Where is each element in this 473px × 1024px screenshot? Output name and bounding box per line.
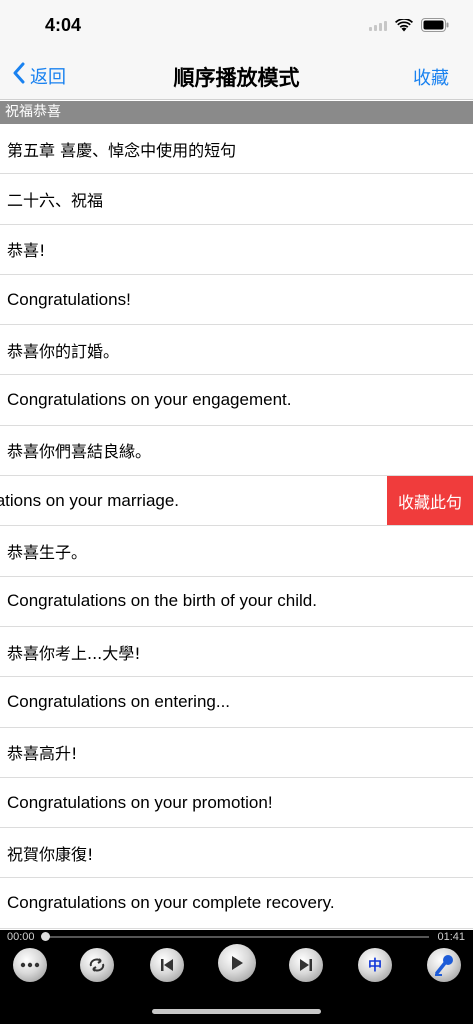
list-item[interactable]: Congratulations on your engagement. — [0, 375, 473, 426]
favorites-button[interactable]: 收藏 — [413, 64, 449, 90]
list-item[interactable]: 恭喜你們喜結良緣。 — [0, 426, 473, 477]
list-item[interactable]: 第五章 喜慶、悼念中使用的短句 — [0, 124, 473, 175]
repeat-button[interactable] — [80, 948, 114, 982]
back-button-label: 返回 — [30, 66, 66, 88]
section-header: 祝福恭喜 — [0, 101, 473, 124]
more-button[interactable] — [13, 948, 47, 982]
microphone-button[interactable] — [427, 948, 461, 982]
add-to-favorites-action[interactable]: 收藏此句 — [387, 476, 473, 526]
previous-icon — [160, 958, 174, 972]
page-title: 順序播放模式 — [173, 66, 300, 90]
list-item[interactable]: Congratulations on your complete recover… — [0, 878, 473, 929]
list-item-text: Congratulations on entering... — [7, 691, 231, 711]
progress-slider[interactable] — [41, 932, 429, 941]
back-button[interactable]: 返回 — [12, 62, 66, 89]
microphone-icon — [434, 954, 454, 976]
home-indicator — [152, 1009, 321, 1014]
previous-button[interactable] — [150, 948, 184, 982]
list-item[interactable]: 恭喜你考上...大學! — [0, 627, 473, 678]
status-time: 4:04 — [45, 15, 82, 35]
list-item[interactable]: 恭喜高升! — [0, 728, 473, 778]
more-icon — [20, 962, 40, 968]
repeat-icon — [87, 957, 107, 973]
list-item-text: 恭喜生子。 — [7, 543, 88, 563]
play-icon — [230, 955, 244, 971]
chevron-left-icon — [12, 62, 30, 89]
list-item[interactable]: 恭喜! — [0, 225, 473, 275]
list-item-text: Congratulations on your marriage. — [0, 490, 180, 510]
list-item-text: Congratulations on the birth of your chi… — [7, 591, 317, 611]
status-bar: 4:04 — [0, 0, 473, 52]
list-item[interactable]: 二十六、祝福 — [0, 174, 473, 225]
list-item-text: 恭喜高升! — [7, 744, 78, 764]
phrase-list[interactable]: 第五章 喜慶、悼念中使用的短句 二十六、祝福 恭喜! Congratulatio… — [0, 124, 473, 930]
list-item[interactable]: 恭喜你的訂婚。 — [0, 325, 473, 376]
progress-knob[interactable] — [41, 932, 50, 941]
list-item-text: Congratulations! — [7, 289, 131, 309]
audio-player: 00:00 01:41 中 — [0, 930, 473, 1024]
status-icons — [369, 18, 449, 32]
list-item-text: Congratulations on your engagement. — [7, 390, 292, 410]
list-item-text: 二十六、祝福 — [7, 190, 104, 210]
list-item[interactable]: 祝賀你康復! — [0, 828, 473, 879]
list-item-text: 恭喜你們喜結良緣。 — [7, 442, 152, 462]
next-icon — [299, 958, 313, 972]
list-item-text: 祝賀你康復! — [7, 844, 94, 864]
list-item-text: 第五章 喜慶、悼念中使用的短句 — [7, 140, 237, 160]
list-item[interactable]: Congratulations! — [0, 275, 473, 326]
list-item[interactable]: Congratulations on the birth of your chi… — [0, 577, 473, 627]
language-label: 中 — [368, 958, 382, 974]
list-item[interactable]: Congratulations on your promotion! — [0, 778, 473, 829]
list-item-text: 恭喜! — [7, 241, 46, 261]
next-button[interactable] — [289, 948, 323, 982]
cellular-signal-icon — [369, 19, 387, 31]
current-time: 00:00 — [7, 931, 35, 943]
language-toggle-button[interactable]: 中 — [358, 948, 392, 982]
navigation-bar: 返回 順序播放模式 收藏 — [0, 52, 473, 100]
list-item-text: Congratulations on your promotion! — [7, 792, 273, 812]
play-button[interactable] — [218, 944, 256, 982]
wifi-icon — [395, 18, 413, 32]
list-item-text: 恭喜你的訂婚。 — [7, 341, 120, 361]
battery-icon — [421, 18, 449, 32]
list-item-text: 恭喜你考上...大學! — [7, 643, 141, 663]
total-time: 01:41 — [437, 931, 465, 943]
list-item[interactable]: 恭喜生子。 — [0, 526, 473, 577]
list-item-text: Congratulations on your complete recover… — [7, 893, 335, 913]
list-item-swiped[interactable]: Congratulations on your marriage. 收藏此句 — [0, 476, 473, 527]
list-item[interactable]: Congratulations on entering... — [0, 677, 473, 728]
